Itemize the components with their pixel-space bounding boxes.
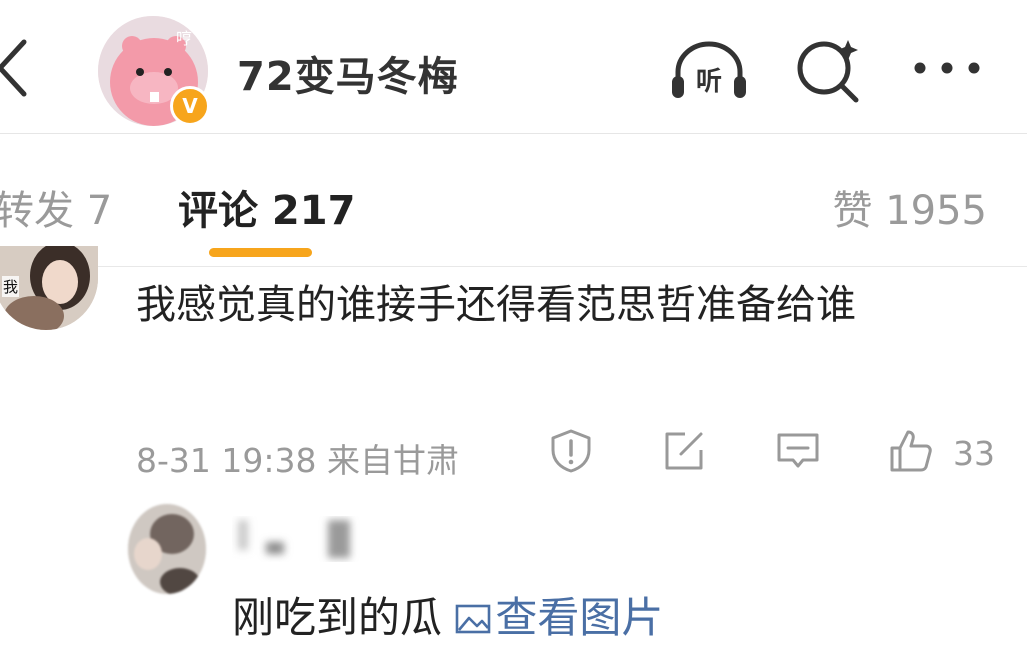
reply-comment-icon[interactable] [775, 428, 821, 474]
back-arrow-icon[interactable] [0, 36, 38, 100]
active-tab-indicator [209, 248, 312, 257]
header-divider [0, 133, 1027, 134]
reply-avatar[interactable] [128, 504, 206, 594]
share-icon[interactable] [661, 428, 707, 474]
report-shield-icon[interactable] [548, 428, 594, 474]
comment-text: 我感觉真的谁接手还得看范思哲准备给谁 [136, 282, 856, 328]
search-icon[interactable] [796, 34, 862, 104]
avatar-tag: 我 [2, 276, 20, 297]
reply-username-blurred [238, 520, 350, 558]
tab-reposts[interactable]: 转发 7 [0, 178, 112, 236]
image-icon [456, 604, 491, 634]
like-thumb-icon[interactable] [888, 428, 934, 474]
commenter-avatar[interactable]: 我 [0, 246, 98, 330]
page-title: 72变马冬梅 [237, 54, 459, 100]
svg-text:听: 听 [696, 67, 722, 97]
more-options-icon[interactable] [912, 58, 982, 78]
svg-text:哼: 哼 [176, 29, 192, 48]
view-image-label: 查看图片 [495, 593, 664, 642]
reply-content: 刚吃到的瓜 [232, 593, 443, 642]
tabs-divider [0, 266, 1027, 267]
listen-icon[interactable]: 听 [668, 38, 750, 102]
tab-likes[interactable]: 赞 1955 [832, 178, 987, 236]
tab-comments[interactable]: 评论 217 [178, 178, 355, 236]
reply-text: 刚吃到的瓜 查看图片 [232, 584, 663, 645]
verified-badge: V [170, 86, 210, 126]
view-image-link[interactable]: 查看图片 [455, 593, 663, 642]
like-count: 33 [953, 434, 995, 473]
comment-meta: 8-31 19:38 来自甘肃 [136, 441, 459, 480]
